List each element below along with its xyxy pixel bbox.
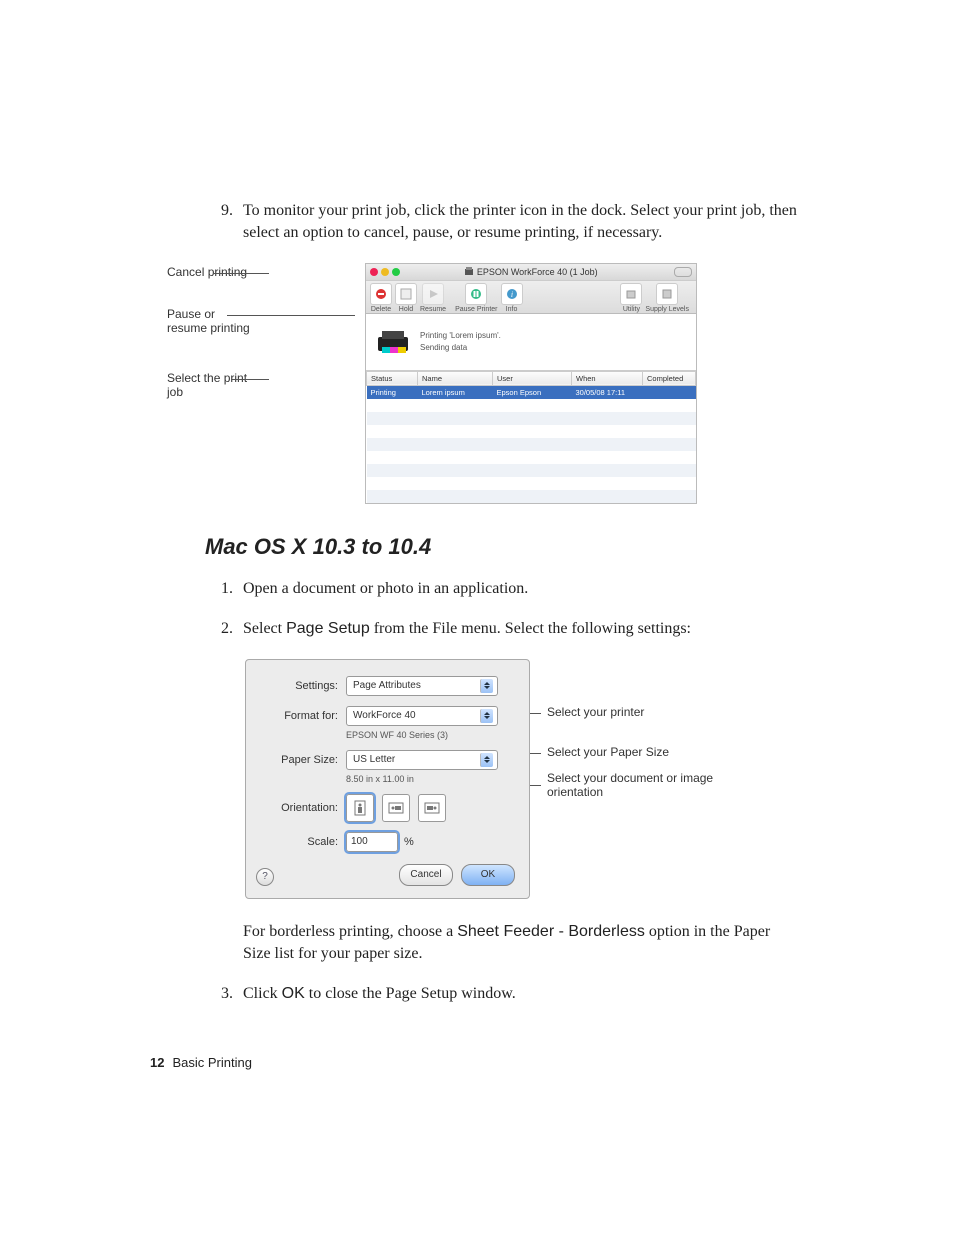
toolbar: Delete Hold Resume Pause Printer i Info: [366, 281, 696, 314]
chevron-updown-icon: [480, 753, 493, 767]
orientation-label: Orientation:: [260, 802, 346, 814]
scale-label: Scale:: [260, 836, 346, 848]
section-heading: Mac OS X 10.3 to 10.4: [205, 534, 799, 560]
step-text: Select Page Setup from the File menu. Se…: [243, 618, 799, 640]
window-title: EPSON WorkForce 40 (1 Job): [366, 266, 696, 277]
landscape-left-icon: [388, 802, 404, 814]
step-3: 3. Click OK to close the Page Setup wind…: [205, 983, 799, 1005]
step-2: 2. Select Page Setup from the File menu.…: [205, 618, 799, 640]
footer-section: Basic Printing: [172, 1055, 251, 1070]
settings-label: Settings:: [260, 680, 346, 692]
callout-select-orientation: Select your document or image orientatio…: [547, 771, 747, 799]
step-text: To monitor your print job, click the pri…: [243, 200, 799, 245]
delete-button[interactable]: Delete: [370, 283, 392, 313]
utility-button[interactable]: Utility: [620, 283, 642, 313]
paper-size-subtext: 8.50 in x 11.00 in: [346, 774, 515, 784]
orientation-landscape-right-button[interactable]: [418, 794, 446, 822]
toolbar-toggle-icon[interactable]: [674, 267, 692, 277]
col-when[interactable]: When: [572, 371, 643, 385]
info-button[interactable]: i Info: [501, 283, 523, 313]
print-queue-figure: Cancel printing Pause or resume printing…: [265, 263, 700, 504]
col-user[interactable]: User: [493, 371, 572, 385]
cancel-button[interactable]: Cancel: [399, 864, 453, 886]
scale-input[interactable]: 100: [346, 832, 398, 852]
table-header-row: Status Name User When Completed: [367, 371, 696, 385]
step-9: 9. To monitor your print job, click the …: [205, 200, 799, 245]
callout-cancel: Cancel printing: [167, 265, 255, 279]
page-footer: 12 Basic Printing: [150, 1055, 252, 1070]
page-number: 12: [150, 1055, 164, 1070]
step-number: 2.: [205, 618, 243, 640]
settings-combo[interactable]: Page Attributes: [346, 676, 498, 696]
table-row[interactable]: Printing Lorem ipsum Epson Epson 30/05/0…: [367, 385, 696, 399]
callout-pause-resume: Pause or resume printing: [167, 307, 255, 335]
resume-button[interactable]: Resume: [420, 283, 446, 313]
step-1: 1. Open a document or photo in an applic…: [205, 578, 799, 600]
format-for-label: Format for:: [260, 710, 346, 722]
step-text: Click OK to close the Page Setup window.: [243, 983, 799, 1005]
portrait-icon: [354, 800, 366, 816]
col-completed[interactable]: Completed: [643, 371, 696, 385]
chevron-updown-icon: [480, 709, 493, 723]
callout-select-paper-size: Select your Paper Size: [547, 745, 747, 759]
ok-button[interactable]: OK: [461, 864, 515, 886]
col-name[interactable]: Name: [418, 371, 493, 385]
step-number: 9.: [205, 200, 243, 245]
print-queue-window: EPSON WorkForce 40 (1 Job) Delete Hold R…: [365, 263, 697, 504]
svg-text:i: i: [510, 290, 512, 299]
callout-select-job: Select the print job: [167, 371, 255, 399]
paper-size-combo[interactable]: US Letter: [346, 750, 498, 770]
orientation-landscape-left-button[interactable]: [382, 794, 410, 822]
callout-select-printer: Select your printer: [547, 705, 747, 719]
format-for-combo[interactable]: WorkForce 40: [346, 706, 498, 726]
job-table: Status Name User When Completed Printing…: [366, 371, 696, 503]
format-for-subtext: EPSON WF 40 Series (3): [346, 730, 515, 740]
status-area: Printing 'Lorem ipsum'. Sending data: [366, 314, 696, 371]
page-setup-figure: Select your printer Select your Paper Si…: [245, 659, 755, 899]
col-status[interactable]: Status: [367, 371, 418, 385]
step-number: 1.: [205, 578, 243, 600]
pause-printer-button[interactable]: Pause Printer: [455, 283, 497, 313]
page-setup-dialog: Settings: Page Attributes Format for: Wo…: [245, 659, 530, 899]
status-line-2: Sending data: [420, 342, 501, 354]
orientation-portrait-button[interactable]: [346, 794, 374, 822]
status-line-1: Printing 'Lorem ipsum'.: [420, 330, 501, 342]
chevron-updown-icon: [480, 679, 493, 693]
paper-size-label: Paper Size:: [260, 754, 346, 766]
supply-levels-button[interactable]: Supply Levels: [645, 283, 689, 313]
hold-button[interactable]: Hold: [395, 283, 417, 313]
titlebar: EPSON WorkForce 40 (1 Job): [366, 264, 696, 281]
landscape-right-icon: [424, 802, 440, 814]
step-text: Open a document or photo in an applicati…: [243, 578, 799, 600]
borderless-note: For borderless printing, choose a Sheet …: [243, 921, 799, 966]
scale-unit: %: [404, 836, 414, 848]
help-button[interactable]: ?: [256, 868, 274, 886]
step-number: 3.: [205, 983, 243, 1005]
printer-icon: [376, 329, 410, 355]
